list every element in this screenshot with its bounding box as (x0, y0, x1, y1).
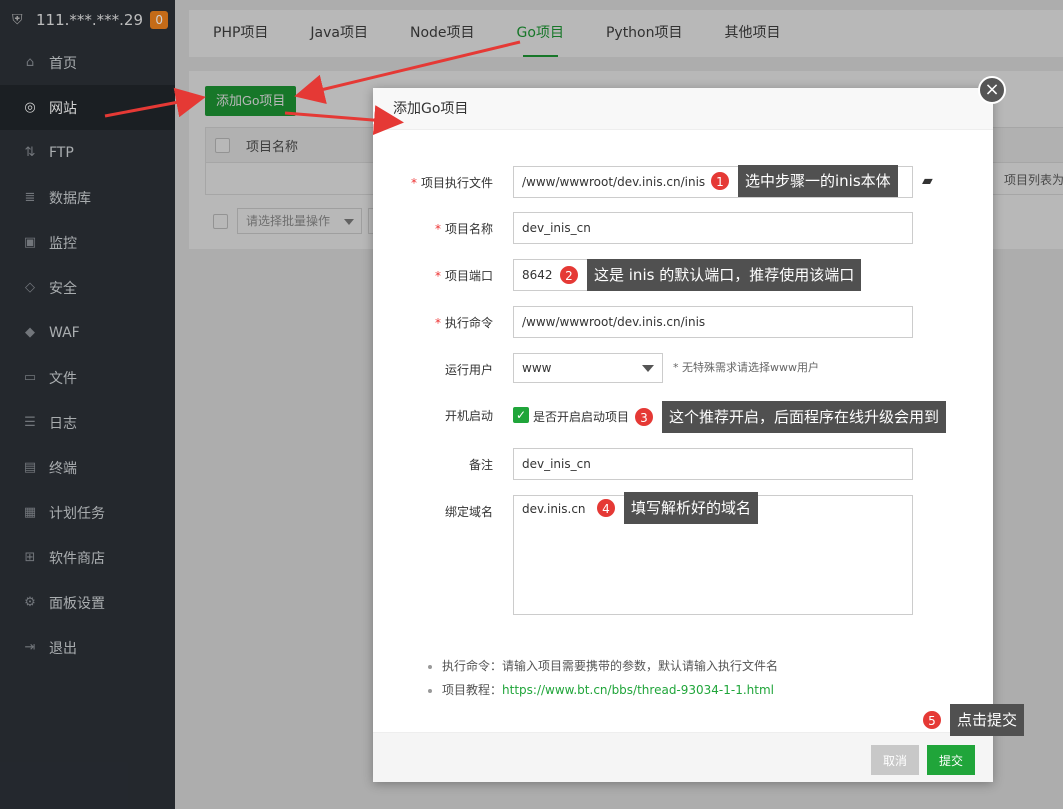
annotation-number: 5 (922, 710, 942, 730)
close-icon[interactable]: × (978, 76, 1006, 104)
cancel-button[interactable]: 取消 (871, 745, 919, 775)
run-user-value: www (522, 361, 552, 375)
folder-open-icon[interactable]: ▰ (922, 173, 933, 189)
remark-input[interactable]: dev_inis_cn (513, 448, 913, 480)
annotation-5: 5 点击提交 (922, 704, 1025, 736)
dialog-footer: 取消 提交 (373, 732, 993, 782)
add-go-project-dialog: 添加Go项目 * 项目执行文件 /www/wwwroot/dev.inis.cn/… (373, 88, 993, 782)
annotation-3: 3 这个推荐开启，后面程序在线升级会用到 (634, 401, 947, 433)
annotation-text: 这是 inis 的默认端口，推荐使用该端口 (587, 259, 862, 291)
run-user-select[interactable]: www (513, 353, 663, 383)
run-user-hint: * 无特殊需求请选择www用户 (673, 361, 819, 374)
boot-checkbox[interactable]: ✓ (513, 407, 529, 423)
run-user-label: 运行用户 (444, 363, 493, 377)
submit-button[interactable]: 提交 (927, 745, 975, 775)
boot-checkbox-label: 是否开启启动项目 (533, 410, 630, 424)
annotation-number: 4 (596, 498, 616, 518)
annotation-number: 3 (634, 407, 654, 427)
chevron-down-icon (642, 365, 654, 372)
sidebar-shade (0, 0, 175, 809)
dialog-title: 添加Go项目 (373, 88, 993, 130)
annotation-text: 选中步骤一的inis本体 (738, 165, 898, 197)
command-label: * 执行命令 (434, 316, 493, 330)
dialog-notes: 执行命令：请输入项目需要携带的参数，默认请输入执行文件名 项目教程：https:… (428, 654, 778, 702)
note-command: 执行命令：请输入项目需要携带的参数，默认请输入执行文件名 (428, 654, 778, 678)
annotation-1: 1 选中步骤一的inis本体 (710, 165, 898, 197)
annotation-text: 填写解析好的域名 (624, 492, 759, 524)
port-label: * 项目端口 (434, 269, 493, 283)
annotation-4: 4 填写解析好的域名 (596, 492, 759, 524)
annotation-2: 2 这是 inis 的默认端口，推荐使用该端口 (559, 259, 862, 291)
annotation-number: 2 (559, 265, 579, 285)
domain-label: 绑定域名 (444, 505, 493, 519)
project-name-input[interactable]: dev_inis_cn (513, 212, 913, 244)
tutorial-link[interactable]: https://www.bt.cn/bbs/thread-93034-1-1.h… (502, 683, 774, 697)
annotation-number: 1 (710, 171, 730, 191)
remark-label: 备注 (468, 458, 493, 472)
note-tutorial: 项目教程：https://www.bt.cn/bbs/thread-93034-… (428, 678, 778, 702)
boot-label: 开机启动 (444, 409, 493, 423)
command-input[interactable]: /www/wwwroot/dev.inis.cn/inis (513, 306, 913, 338)
annotation-text: 点击提交 (950, 704, 1025, 736)
annotation-text: 这个推荐开启，后面程序在线升级会用到 (662, 401, 947, 433)
exec-file-label: * 项目执行文件 (410, 176, 493, 190)
project-name-label: * 项目名称 (434, 222, 493, 236)
